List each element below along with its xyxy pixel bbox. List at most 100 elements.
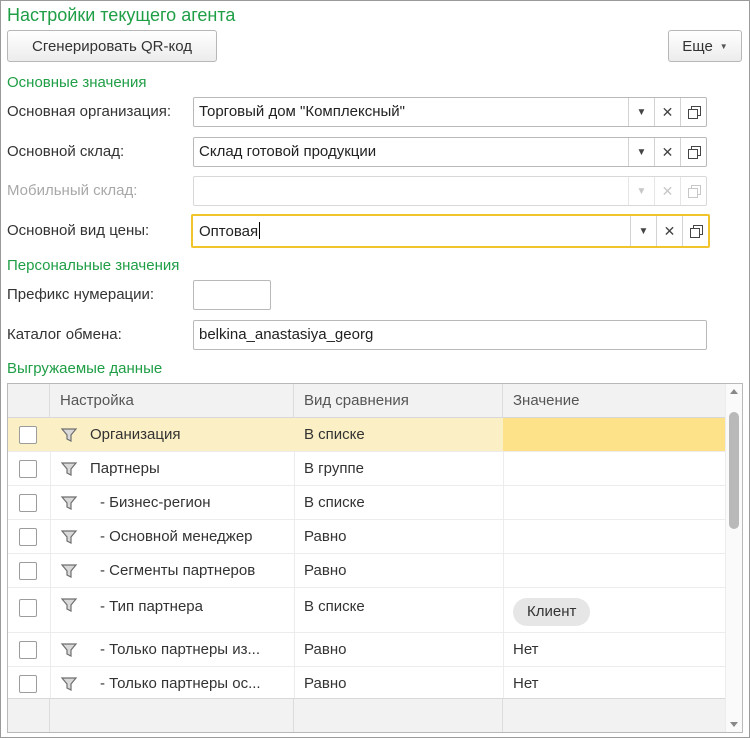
dropdown-icon[interactable]: ▼ <box>628 138 654 166</box>
section-personal: Персональные значения <box>7 257 180 274</box>
filter-icon <box>60 643 78 657</box>
exchange-catalog-input[interactable]: belkina_anastasiya_georg <box>193 320 707 350</box>
clear-icon[interactable]: ✕ <box>656 216 682 246</box>
row-comparison: Равно <box>304 528 347 545</box>
window-title: Настройки текущего агента <box>7 5 236 25</box>
clear-icon[interactable]: ✕ <box>654 98 680 126</box>
price-type-text: Оптовая <box>199 223 259 240</box>
text-cursor <box>259 222 261 239</box>
row-comparison: Равно <box>304 562 347 579</box>
table-row[interactable]: - Тип партнера В списке Клиент <box>8 588 726 633</box>
price-type-value: Оптовая <box>199 222 261 240</box>
warehouse-field[interactable]: Склад готовой продукции ▼ ✕ <box>193 137 707 167</box>
price-type-label: Основной вид цены: <box>7 222 150 239</box>
warehouse-label: Основной склад: <box>7 143 125 160</box>
copy-icon <box>689 225 703 238</box>
row-checkbox[interactable] <box>19 675 37 693</box>
filter-icon <box>60 462 78 476</box>
table-row[interactable]: - Только партнеры из... Равно Нет <box>8 633 726 667</box>
mobile-warehouse-label: Мобильный склад: <box>7 182 138 199</box>
value-cell-highlight[interactable] <box>503 418 725 451</box>
mobile-warehouse-field: ▼ ✕ <box>193 176 707 206</box>
table-row[interactable]: - Бизнес-регион В списке <box>8 486 726 520</box>
filter-icon <box>60 598 78 612</box>
row-checkbox[interactable] <box>19 426 37 444</box>
row-setting-name: - Только партнеры ос... <box>100 675 261 692</box>
row-comparison: В списке <box>304 494 365 511</box>
copy-icon <box>687 146 701 159</box>
row-checkbox[interactable] <box>19 562 37 580</box>
clear-icon: ✕ <box>654 177 680 205</box>
generate-qr-label: Сгенерировать QR-код <box>31 37 192 55</box>
header-check-column[interactable] <box>8 384 50 418</box>
filter-icon <box>60 530 78 544</box>
row-setting-name: - Основной менеджер <box>100 528 253 545</box>
scroll-thumb[interactable] <box>729 412 739 529</box>
generate-qr-button[interactable]: Сгенерировать QR-код <box>7 30 217 62</box>
dropdown-icon[interactable]: ▼ <box>630 216 656 246</box>
open-icon[interactable] <box>680 138 706 166</box>
open-icon[interactable] <box>682 216 708 246</box>
filter-icon <box>60 564 78 578</box>
row-setting-name: - Тип партнера <box>100 598 203 615</box>
copy-icon <box>687 106 701 119</box>
prefix-input[interactable] <box>193 280 271 310</box>
organization-value: Торговый дом "Комплексный" <box>199 103 405 120</box>
more-button[interactable]: Еще ▼ <box>668 30 742 62</box>
table-scrollbar[interactable] <box>725 384 742 732</box>
row-setting-name: - Бизнес-регион <box>100 494 211 511</box>
copy-icon <box>687 185 701 198</box>
row-checkbox[interactable] <box>19 460 37 478</box>
header-comparison[interactable]: Вид сравнения <box>294 384 503 418</box>
row-setting-name: - Сегменты партнеров <box>100 562 256 579</box>
table-row[interactable]: - Только партнеры ос... Равно Нет <box>8 667 726 701</box>
price-type-field[interactable]: Оптовая ▼ ✕ <box>191 214 710 248</box>
scroll-down-icon[interactable] <box>730 722 738 727</box>
row-comparison: Равно <box>304 641 347 658</box>
table-row[interactable]: - Сегменты партнеров Равно <box>8 554 726 588</box>
organization-label: Основная организация: <box>7 103 171 120</box>
organization-field[interactable]: Торговый дом "Комплексный" ▼ ✕ <box>193 97 707 127</box>
scroll-up-icon[interactable] <box>730 389 738 394</box>
row-setting-name: - Только партнеры из... <box>100 641 260 658</box>
row-checkbox[interactable] <box>19 599 37 617</box>
row-comparison: В списке <box>304 426 365 443</box>
section-exported: Выгружаемые данные <box>7 360 163 377</box>
filter-icon <box>60 677 78 691</box>
row-checkbox[interactable] <box>19 494 37 512</box>
row-checkbox[interactable] <box>19 641 37 659</box>
prefix-label: Префикс нумерации: <box>7 286 155 303</box>
header-value[interactable]: Значение <box>503 384 726 418</box>
warehouse-value: Склад готовой продукции <box>199 143 377 160</box>
value-tag[interactable]: Клиент <box>513 598 591 626</box>
exchange-catalog-value: belkina_anastasiya_georg <box>199 326 374 343</box>
row-setting-name: Партнеры <box>90 460 160 477</box>
header-setting[interactable]: Настройка <box>50 384 294 418</box>
dropdown-icon[interactable]: ▼ <box>628 98 654 126</box>
filter-icon <box>60 428 78 442</box>
clear-icon[interactable]: ✕ <box>654 138 680 166</box>
table-footer <box>8 698 726 732</box>
row-comparison: В списке <box>304 598 365 615</box>
row-comparison: В группе <box>304 460 364 477</box>
dropdown-icon: ▼ <box>628 177 654 205</box>
table-row[interactable]: Партнеры В группе <box>8 452 726 486</box>
row-value: Нет <box>513 641 539 658</box>
table-row[interactable]: - Основной менеджер Равно <box>8 520 726 554</box>
more-label: Еще <box>682 37 713 55</box>
export-settings-table[interactable]: Настройка Вид сравнения Значение Организ… <box>7 383 743 733</box>
chevron-down-icon: ▼ <box>719 41 728 51</box>
footer-cell <box>294 699 503 732</box>
row-value: Нет <box>513 675 539 692</box>
table-header: Настройка Вид сравнения Значение <box>8 384 726 418</box>
row-checkbox[interactable] <box>19 528 37 546</box>
footer-cell <box>8 699 50 732</box>
row-comparison: Равно <box>304 675 347 692</box>
row-setting-name: Организация <box>90 426 181 443</box>
filter-icon <box>60 496 78 510</box>
open-icon <box>680 177 706 205</box>
footer-cell <box>50 699 294 732</box>
section-main: Основные значения <box>7 74 147 91</box>
table-row[interactable]: Организация В списке <box>8 418 726 452</box>
open-icon[interactable] <box>680 98 706 126</box>
